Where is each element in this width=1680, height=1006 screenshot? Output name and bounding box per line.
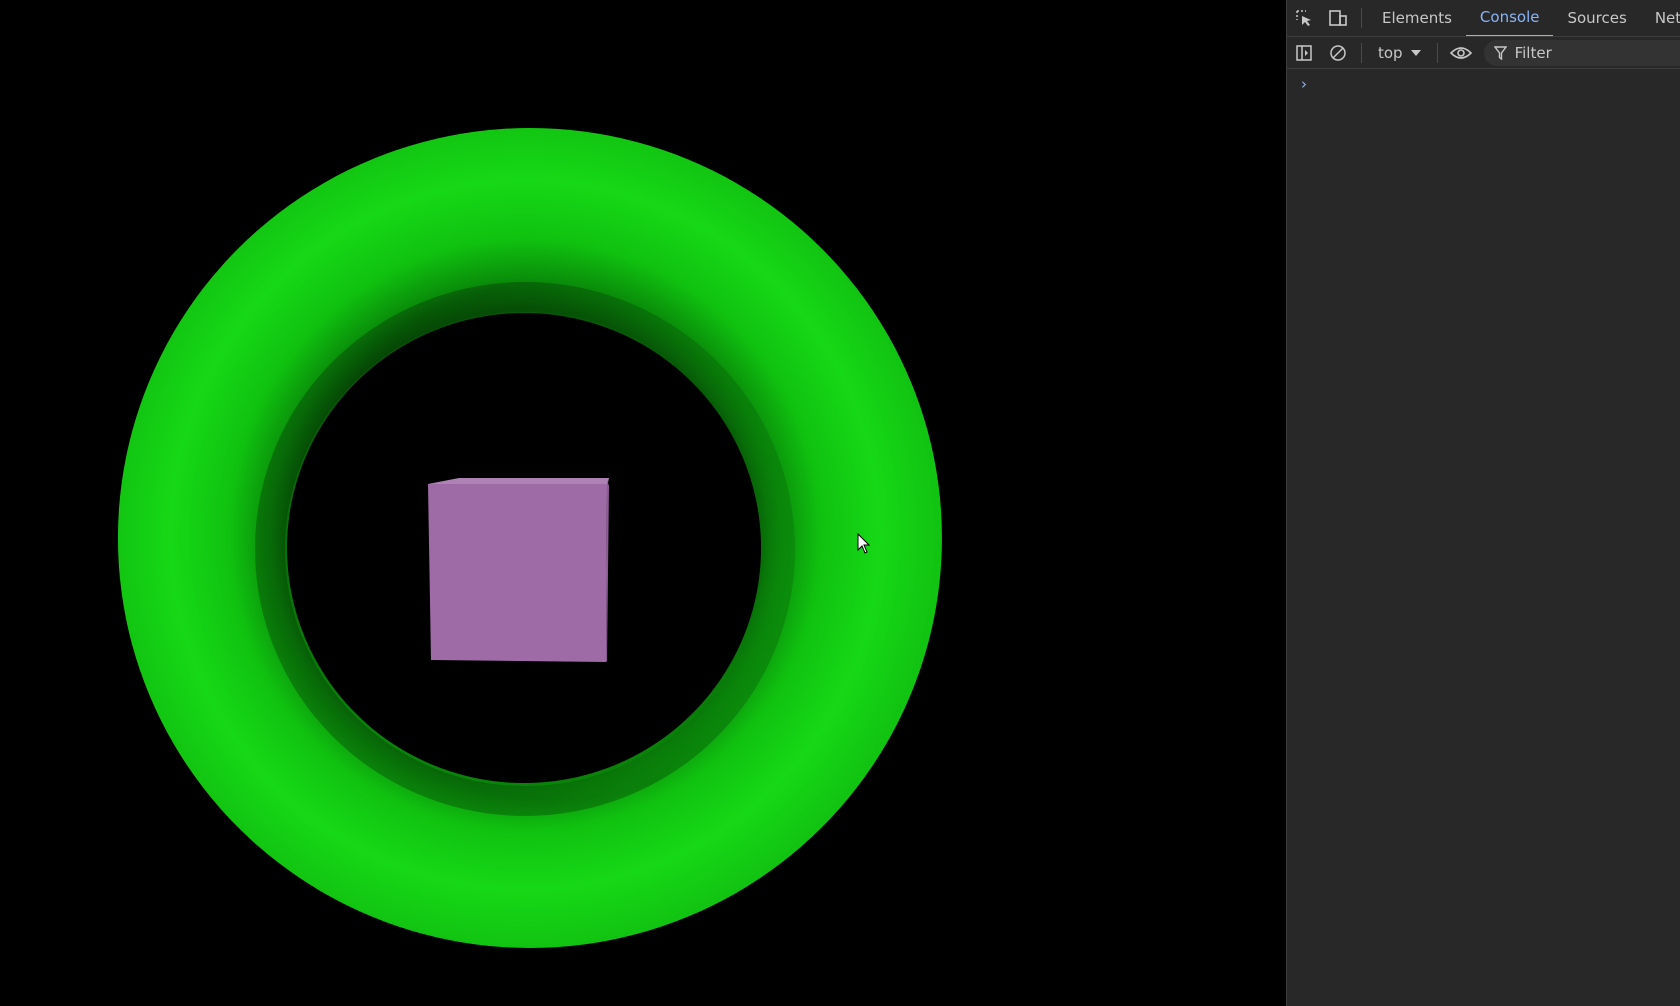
toolbar-divider <box>1436 42 1438 63</box>
tab-elements[interactable]: Elements <box>1368 0 1466 36</box>
console-output[interactable]: › <box>1287 69 1680 1006</box>
tab-sources[interactable]: Sources <box>1553 0 1640 36</box>
show-sidebar-icon[interactable] <box>1287 37 1321 68</box>
tab-network[interactable]: Netwo <box>1641 0 1680 36</box>
filter-input[interactable]: Filter <box>1483 39 1680 66</box>
console-toolbar: top Filter <box>1287 37 1680 69</box>
context-selector[interactable]: top <box>1368 44 1431 62</box>
three-scene-canvas[interactable] <box>0 0 1286 1006</box>
device-toolbar-icon[interactable] <box>1321 1 1355 35</box>
console-prompt[interactable]: › <box>1301 75 1307 93</box>
eye-icon[interactable] <box>1444 37 1478 68</box>
devtools-tab-bar: Elements Console Sources Netwo <box>1287 0 1680 37</box>
tab-console[interactable]: Console <box>1465 0 1554 36</box>
clear-console-icon[interactable] <box>1321 37 1355 68</box>
toolbar-divider <box>1361 8 1362 28</box>
devtools-panel: Elements Console Sources Netwo top <box>1286 0 1680 1006</box>
webgl-viewport[interactable] <box>0 0 1286 1006</box>
mouse-cursor-icon <box>857 533 871 554</box>
context-label: top <box>1378 43 1403 62</box>
toolbar-divider <box>1361 42 1362 63</box>
chevron-down-icon <box>1410 49 1421 56</box>
filter-placeholder: Filter <box>1514 43 1552 62</box>
cube <box>428 478 609 662</box>
filter-icon <box>1493 45 1507 60</box>
inspect-element-icon[interactable] <box>1287 1 1321 35</box>
